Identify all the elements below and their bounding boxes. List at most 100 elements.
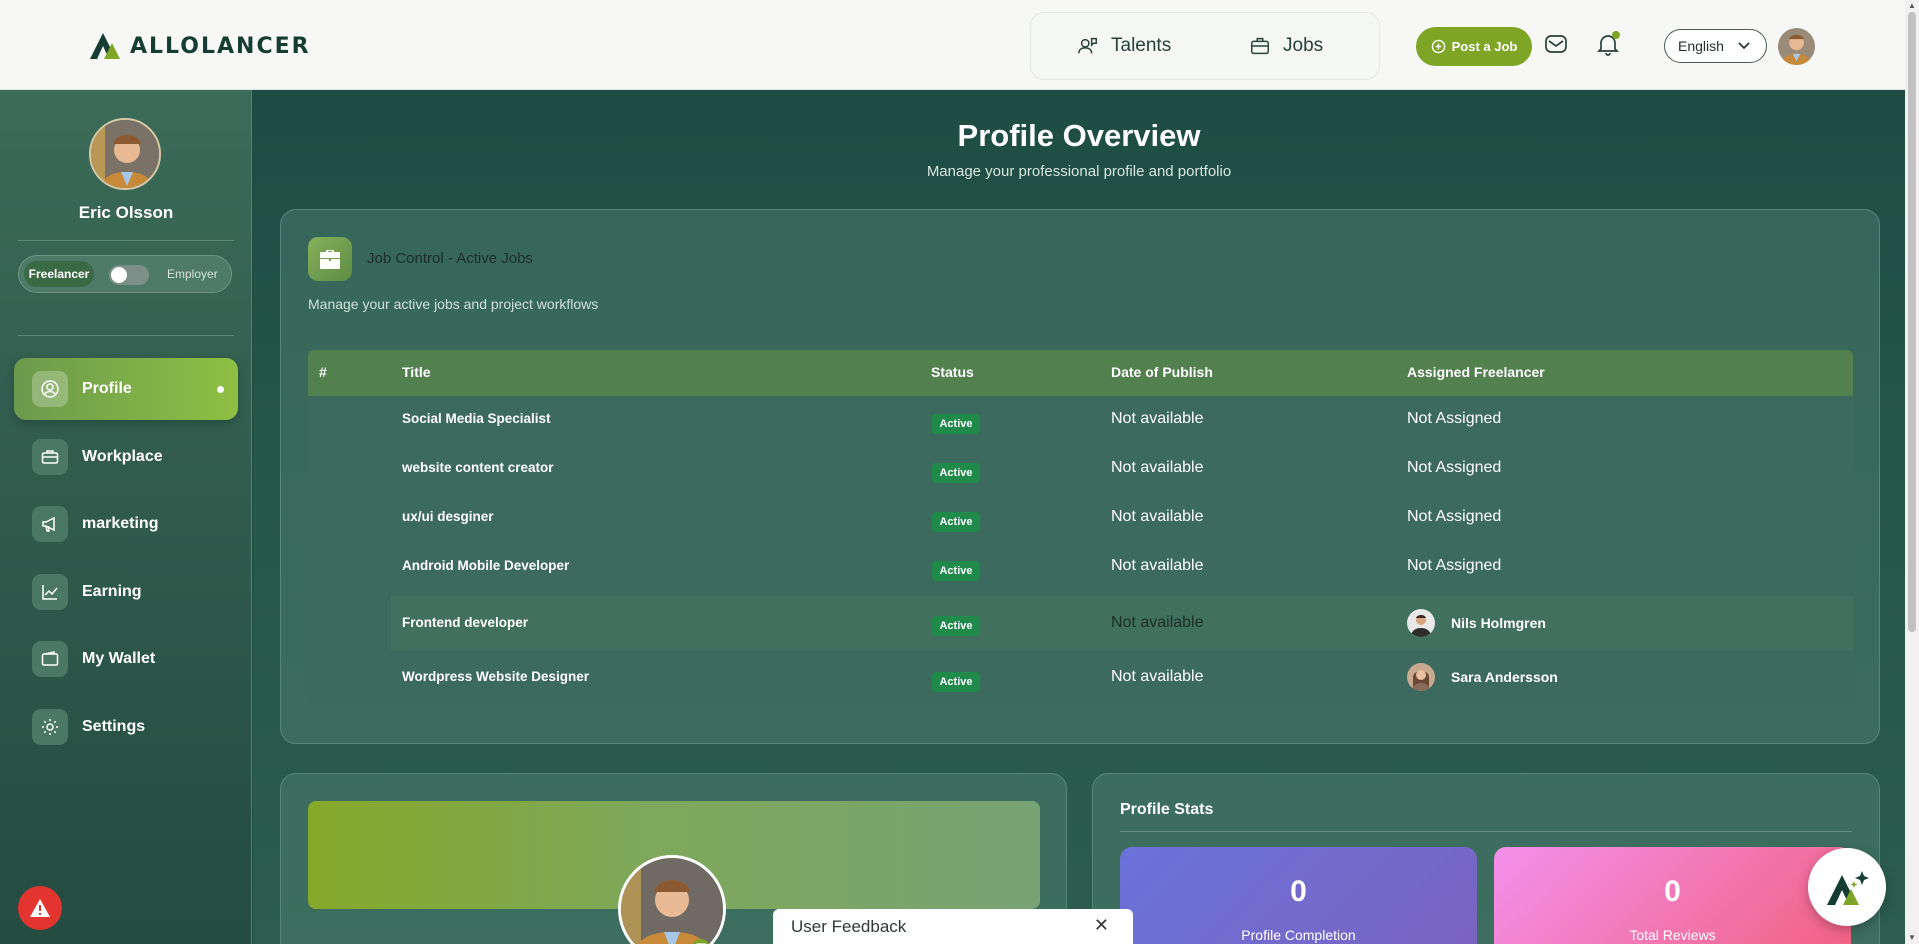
sidebar-avatar[interactable]: [89, 118, 161, 190]
status-badge: Active: [932, 672, 980, 692]
page-title: Profile Overview: [957, 118, 1201, 153]
sidebar: Eric Olsson Freelancer Employer Profile …: [0, 90, 252, 944]
wallet-icon: [32, 641, 68, 677]
user-icon: [32, 371, 68, 407]
job-title[interactable]: Frontend developer: [402, 615, 528, 630]
notification-dot: [1612, 31, 1620, 39]
talents-icon: [1078, 37, 1097, 54]
freelancer-avatar: [1407, 609, 1435, 637]
card-title: Job Control - Active Jobs: [367, 250, 533, 267]
job-title[interactable]: website content creator: [402, 460, 554, 475]
sidebar-item-label: Workplace: [82, 447, 163, 465]
table-row[interactable]: Android Mobile Developer Active Not avai…: [308, 540, 1853, 588]
logo-text: ALLOLANCER: [130, 33, 311, 59]
gear-icon: [32, 708, 68, 745]
sidebar-item-settings[interactable]: Settings: [14, 696, 238, 758]
publish-date: Not available: [1111, 614, 1204, 631]
sidebar-item-label: Profile: [82, 380, 132, 397]
assigned-freelancer: Not Assigned: [1407, 557, 1502, 574]
sidebar-item-earning[interactable]: Earning: [14, 561, 238, 623]
stat-label: Total Reviews: [1629, 927, 1716, 943]
col-date: Date of Publish: [1111, 364, 1213, 380]
status-badge: Active: [932, 414, 980, 434]
language-value: English: [1678, 38, 1724, 54]
sidebar-item-profile[interactable]: Profile: [14, 358, 238, 420]
col-title: Title: [402, 364, 431, 380]
plus-circle-icon: [1431, 39, 1445, 54]
post-job-button[interactable]: Post a Job: [1416, 27, 1532, 66]
publish-date: Not available: [1111, 459, 1204, 476]
profile-stats-card: Profile Stats 0 Profile Completion 0 Tot…: [1092, 773, 1880, 944]
col-freelancer: Assigned Freelancer: [1407, 364, 1545, 380]
language-select[interactable]: English: [1664, 29, 1767, 63]
status-badge: Active: [932, 616, 980, 636]
role-freelancer[interactable]: Freelancer: [24, 261, 94, 287]
header-avatar[interactable]: [1778, 28, 1815, 65]
nav-talents-label: Talents: [1111, 35, 1172, 56]
active-jobs-card: Job Control - Active Jobs Manage your ac…: [280, 209, 1880, 744]
briefcase-icon: [1251, 37, 1269, 55]
table-row[interactable]: ux/ui desginer Active Not available Not …: [308, 492, 1853, 540]
nav-jobs[interactable]: Jobs: [1249, 35, 1323, 57]
nav-talents[interactable]: Talents: [1077, 35, 1171, 57]
scroll-down-icon[interactable]: ▼: [1908, 934, 1916, 942]
user-feedback-tab[interactable]: User Feedback ✕: [773, 909, 1133, 944]
job-title[interactable]: Social Media Specialist: [402, 411, 551, 426]
close-icon[interactable]: ✕: [1094, 915, 1109, 936]
publish-date: Not available: [1111, 410, 1204, 427]
stat-value: 0: [1290, 875, 1307, 908]
allolancer-logo-icon: [90, 33, 120, 59]
top-header: ALLOLANCER Talents Jobs Post a Job Engli…: [0, 0, 1905, 90]
role-employer[interactable]: Employer: [167, 267, 218, 281]
chart-icon: [32, 573, 68, 610]
assigned-freelancer: Not Assigned: [1407, 508, 1502, 525]
job-title[interactable]: ux/ui desginer: [402, 509, 494, 524]
table-row[interactable]: Wordpress Website Designer Active Not av…: [308, 651, 1853, 703]
assigned-freelancer[interactable]: Sara Andersson: [1451, 669, 1558, 685]
logo[interactable]: ALLOLANCER: [88, 30, 311, 62]
megaphone-icon: [32, 506, 68, 542]
job-title[interactable]: Wordpress Website Designer: [402, 669, 589, 684]
nav-jobs-label: Jobs: [1283, 35, 1324, 56]
table-row[interactable]: Social Media Specialist Active Not avail…: [308, 396, 1853, 444]
scroll-thumb[interactable]: [1908, 12, 1916, 632]
job-title[interactable]: Android Mobile Developer: [402, 558, 569, 573]
user-name: Eric Olsson: [78, 203, 174, 222]
feedback-label: User Feedback: [791, 916, 907, 936]
scroll-up-icon[interactable]: ▲: [1908, 2, 1916, 10]
table-row[interactable]: Frontend developer Active Not available …: [391, 596, 1853, 651]
sidebar-item-wallet[interactable]: My Wallet: [14, 628, 238, 690]
user-avatar-image: [91, 120, 159, 188]
main-nav: Talents Jobs: [1030, 12, 1380, 80]
sidebar-item-label: marketing: [82, 515, 159, 532]
assigned-freelancer[interactable]: Nils Holmgren: [1451, 615, 1546, 631]
stat-label: Profile Completion: [1241, 927, 1356, 943]
user-avatar-image: [1778, 28, 1815, 65]
card-description: Manage your active jobs and project work…: [308, 296, 599, 312]
role-toggle[interactable]: Freelancer Employer: [18, 255, 232, 293]
sidebar-item-marketing[interactable]: marketing: [14, 493, 238, 555]
assigned-freelancer: Not Assigned: [1407, 459, 1502, 476]
publish-date: Not available: [1111, 668, 1204, 685]
table-row[interactable]: website content creator Active Not avail…: [308, 444, 1853, 492]
stat-value: 0: [1664, 875, 1681, 908]
messages-icon[interactable]: [1543, 31, 1569, 57]
col-index: #: [319, 364, 327, 380]
freelancer-avatar: [1407, 663, 1435, 691]
report-issue-button[interactable]: [18, 886, 62, 930]
page-scrollbar[interactable]: ▲ ▼: [1905, 0, 1919, 944]
divider: [18, 240, 234, 241]
status-badge: Active: [932, 512, 980, 532]
briefcase-icon: [308, 237, 352, 281]
role-switch[interactable]: [109, 265, 149, 285]
status-badge: Active: [932, 463, 980, 483]
ai-assistant-button[interactable]: [1808, 848, 1886, 926]
notifications-button[interactable]: [1595, 31, 1621, 57]
table-header: # Title Status Date of Publish Assigned …: [308, 350, 1853, 396]
main-content: Profile Overview Manage your professiona…: [253, 90, 1905, 944]
chevron-down-icon: [1738, 42, 1750, 50]
page-subtitle: Manage your professional profile and por…: [926, 163, 1232, 180]
sidebar-item-workplace[interactable]: Workplace: [14, 426, 238, 488]
stat-total-reviews: 0 Total Reviews: [1494, 847, 1851, 944]
sidebar-item-label: Settings: [82, 717, 146, 735]
